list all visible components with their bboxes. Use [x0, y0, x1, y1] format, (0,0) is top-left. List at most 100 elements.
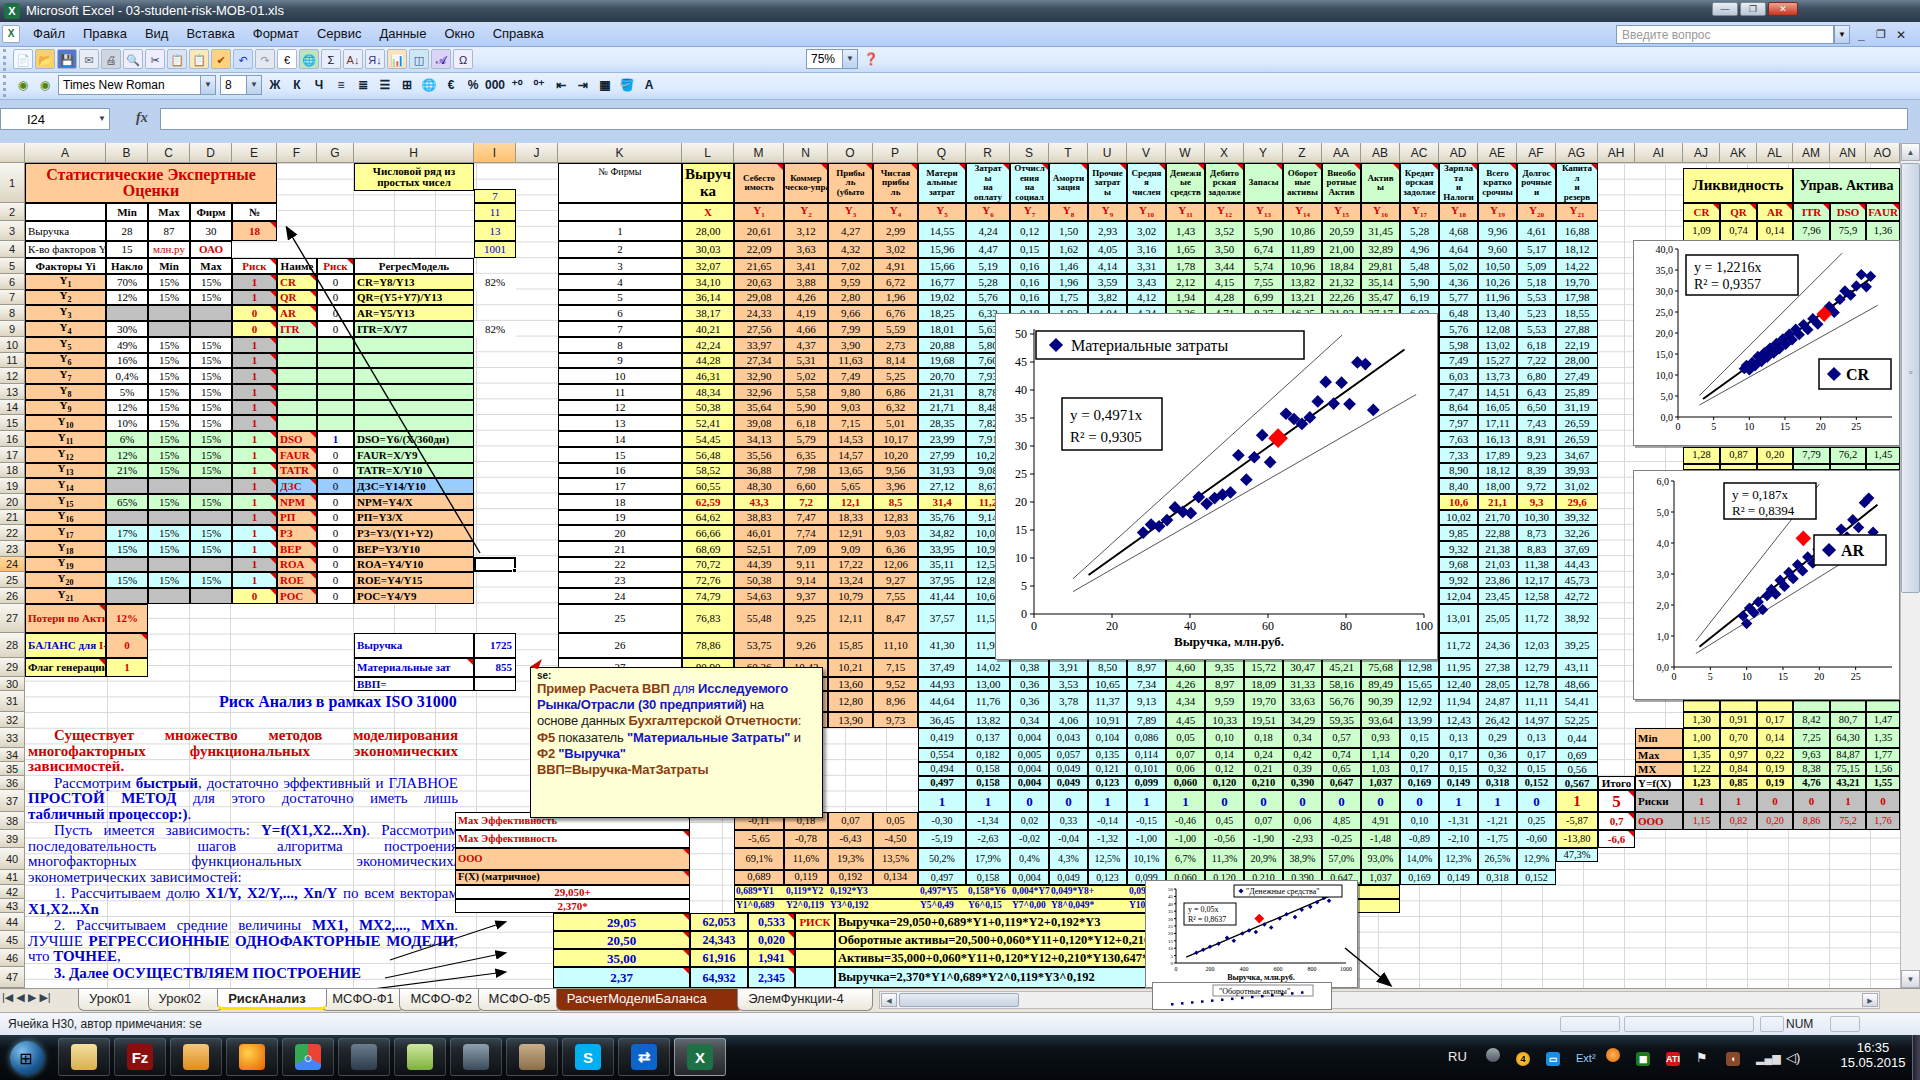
ratio-name[interactable]: NPM	[277, 494, 317, 510]
data-cell[interactable]: 12,17	[1517, 572, 1556, 588]
ar-chart[interactable]: 0,01,02,03,04,05,06,00510152025y = 0,187…	[1633, 470, 1900, 700]
risk-flag[interactable]: 1	[232, 274, 277, 290]
data-cell[interactable]: 31,45	[1361, 221, 1400, 241]
data-cell[interactable]: 18,00	[1478, 478, 1517, 494]
data-cell[interactable]: 7,22	[1517, 353, 1556, 368]
stat-cell[interactable]: 1	[918, 790, 966, 812]
stat-cell[interactable]: 0,158	[966, 776, 1010, 790]
bottom-cell[interactable]: 0,10	[1400, 812, 1439, 830]
data-cell[interactable]: 28,35	[918, 415, 966, 431]
stat-cell[interactable]: 0,004	[1010, 728, 1049, 748]
row-header-41[interactable]: 41	[0, 870, 25, 885]
stat-cell[interactable]: 0,15	[1439, 762, 1478, 776]
regression-model[interactable]: FAUR=X/Y9	[354, 447, 474, 463]
result-value[interactable]: 62,053	[690, 913, 748, 931]
data-cell[interactable]: 7,74	[784, 525, 828, 541]
data-cell[interactable]: 19,68	[918, 353, 966, 368]
show-desktop-button[interactable]	[1912, 1035, 1920, 1080]
cell[interactable]	[317, 400, 354, 415]
stat-value[interactable]: 7,25	[1793, 728, 1830, 748]
cell[interactable]: 12%	[106, 290, 148, 305]
data-cell[interactable]: 18,84	[1322, 258, 1361, 274]
monitor-icon[interactable]	[450, 1038, 502, 1076]
risk-flag[interactable]: 1	[232, 337, 277, 353]
decimal-inc-icon[interactable]: ⁺⁰	[507, 75, 527, 95]
stat-cell[interactable]: 0	[1400, 790, 1439, 812]
data-cell[interactable]: 10,50	[1478, 258, 1517, 274]
data-cell[interactable]: 34,29	[1283, 712, 1322, 728]
risk-flag[interactable]: 1	[232, 353, 277, 368]
factor-label[interactable]: Y5	[25, 337, 106, 353]
firm-number[interactable]: 15	[558, 447, 682, 463]
data-cell[interactable]: 1,46	[1049, 258, 1088, 274]
data-cell[interactable]: 25,89	[1556, 384, 1598, 400]
stat-value[interactable]: 0,20	[1757, 812, 1793, 830]
data-cell[interactable]: 9,25	[784, 604, 828, 633]
firm-number[interactable]: 11	[558, 384, 682, 400]
bottom-cell[interactable]: -0,30	[918, 812, 966, 830]
data-cell[interactable]: 35,76	[918, 510, 966, 525]
data-cell[interactable]: 5,90	[1400, 274, 1439, 290]
font-name-combo[interactable]: Times New Roman▼	[58, 75, 216, 95]
stat-cell[interactable]: 1	[1556, 790, 1598, 812]
data-cell[interactable]: 33,95	[918, 541, 966, 557]
redo-icon[interactable]: ↷	[255, 49, 275, 69]
thousands-icon[interactable]: 000	[485, 75, 505, 95]
data-cell[interactable]: 5,53	[1517, 290, 1556, 305]
data-cell[interactable]: 24,33	[734, 305, 784, 321]
data-cell[interactable]: 35,56	[734, 447, 784, 463]
stat-cell[interactable]: 0,13	[1439, 728, 1478, 748]
data-cell[interactable]: 18,55	[1556, 305, 1598, 321]
language-indicator[interactable]: RU	[1448, 1049, 1467, 1064]
column-header-AC[interactable]: AC	[1400, 143, 1439, 163]
factor-label[interactable]: Y12	[25, 447, 106, 463]
cell[interactable]: К-во факторов Y	[25, 241, 106, 258]
data-cell[interactable]: 76,83	[682, 604, 734, 633]
cell[interactable]	[106, 305, 148, 321]
data-cell[interactable]: 9,11	[784, 557, 828, 572]
chrome-icon[interactable]: ○	[282, 1038, 334, 1076]
bottom-cell[interactable]: 0,07	[1244, 812, 1283, 830]
data-cell[interactable]: 4,37	[784, 337, 828, 353]
data-cell[interactable]: 44,28	[682, 353, 734, 368]
stat-value[interactable]: 0,84	[1720, 762, 1757, 776]
row-header-14[interactable]: 14	[0, 400, 25, 415]
menu-Вид[interactable]: Вид	[136, 22, 178, 45]
firm-number[interactable]: 21	[558, 541, 682, 557]
data-cell[interactable]: 6,74	[1244, 241, 1283, 258]
copy-icon[interactable]: 📋	[167, 49, 187, 69]
bottom-cell[interactable]: 0,07	[828, 812, 873, 830]
cell[interactable]: 15%	[148, 384, 190, 400]
data-cell[interactable]: 23,99	[918, 431, 966, 447]
stat-cell[interactable]: 0,15	[1400, 728, 1439, 748]
firefox-icon[interactable]	[226, 1038, 278, 1076]
row-header-11[interactable]: 11	[0, 353, 25, 368]
data-cell[interactable]: 9,27	[873, 572, 918, 588]
data-cell[interactable]: 4,24	[966, 221, 1010, 241]
data-cell[interactable]: 18,33	[828, 510, 873, 525]
cell[interactable]: 10%	[106, 415, 148, 431]
factor-label[interactable]: Y4	[25, 321, 106, 337]
sheet-tab-РискАнализ[interactable]: РискАнализ	[217, 989, 327, 1010]
question-box[interactable]: Введите вопрос	[1616, 25, 1834, 44]
bottom-cell[interactable]: -0,78	[784, 830, 828, 848]
doc-restore-button[interactable]: ❐	[1876, 28, 1886, 41]
firm-number[interactable]: 14	[558, 431, 682, 447]
data-cell[interactable]: 18,01	[918, 321, 966, 337]
stat-cell[interactable]: 0,29	[1478, 728, 1517, 748]
data-cell[interactable]: 4,05	[1088, 241, 1127, 258]
data-cell[interactable]: 56,76	[1322, 691, 1361, 712]
ratio-risk[interactable]: 0	[317, 321, 354, 337]
tray-volume-icon[interactable]: ◁)	[1786, 1048, 1800, 1066]
bottom-cell[interactable]: 13,5%	[873, 848, 918, 870]
vertical-scrollbar[interactable]: ▲ ≡ ▼	[1900, 143, 1920, 988]
preview-icon[interactable]: 🔍	[123, 49, 143, 69]
bottom-cell[interactable]: 0,149	[1439, 870, 1478, 885]
data-cell[interactable]: 7,2	[784, 494, 828, 510]
underline-icon[interactable]: Ч	[309, 75, 329, 95]
cell[interactable]	[277, 368, 317, 384]
stat-cell[interactable]: 0,74	[1322, 748, 1361, 762]
ratio-value[interactable]: 7,96	[1793, 221, 1830, 241]
mail-icon[interactable]: ✉	[79, 49, 99, 69]
data-cell[interactable]: 4,64	[1439, 241, 1478, 258]
